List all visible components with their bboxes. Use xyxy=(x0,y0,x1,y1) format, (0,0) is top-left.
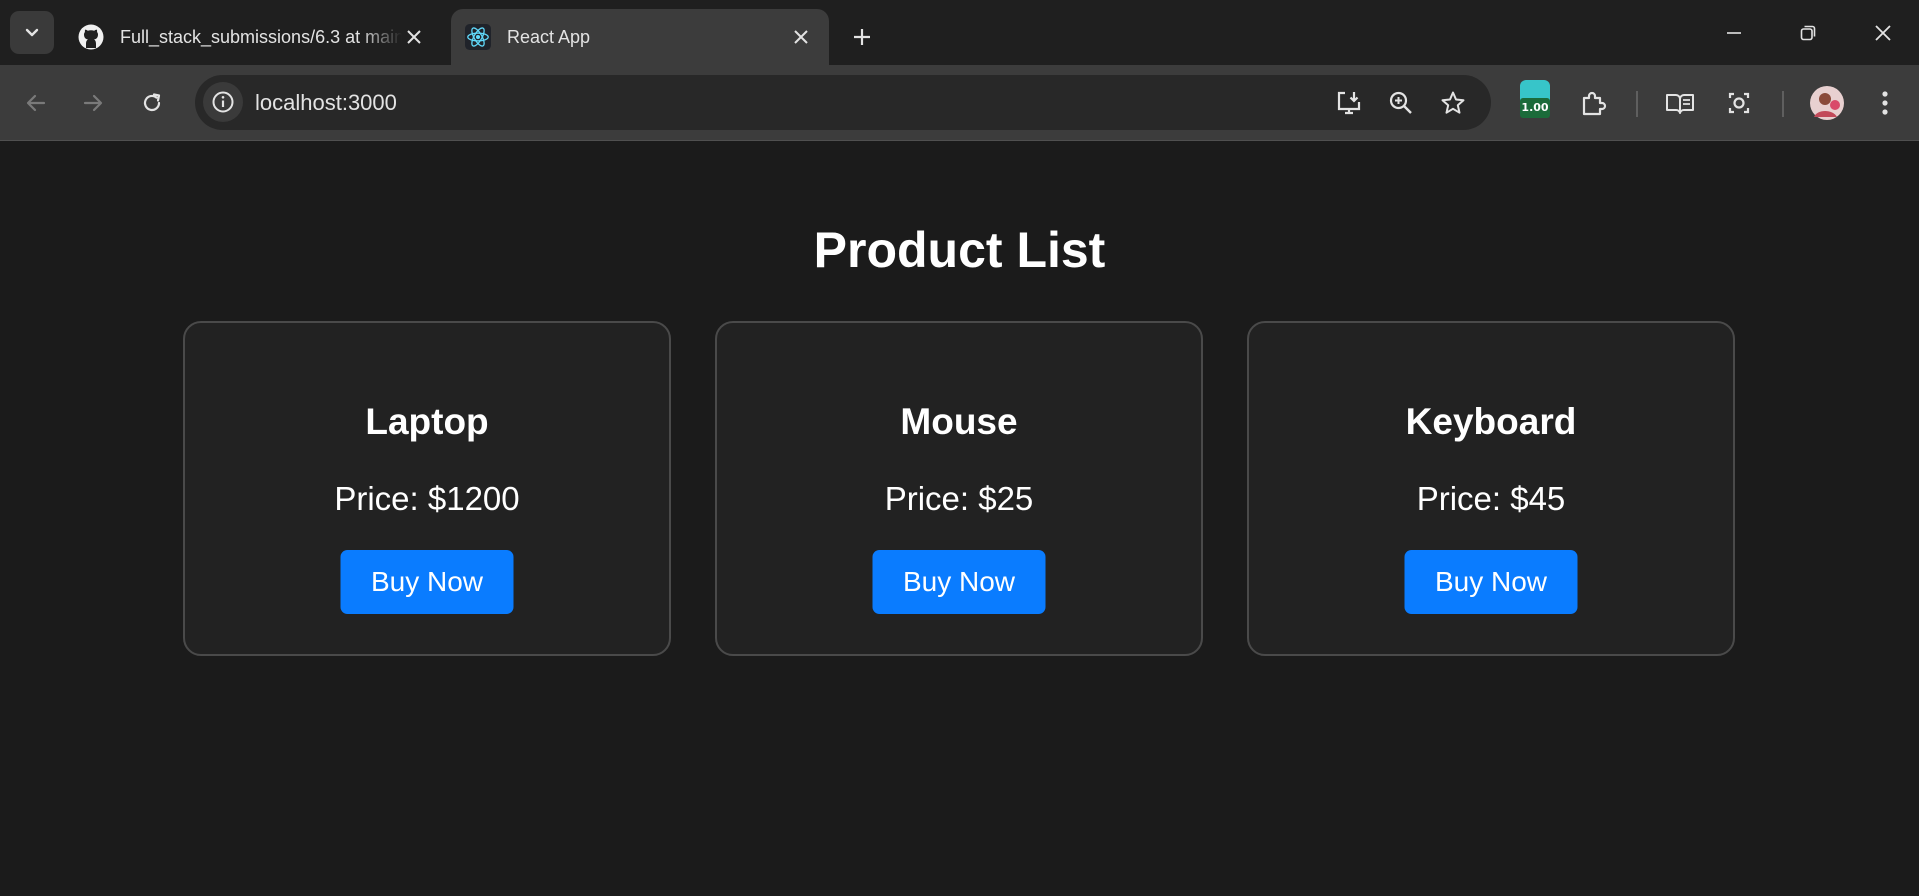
address-bar[interactable]: localhost:3000 xyxy=(195,75,1491,130)
install-icon xyxy=(1337,91,1361,115)
toolbar-divider xyxy=(1782,91,1784,117)
product-card: Mouse Price: $25 Buy Now xyxy=(715,321,1203,656)
tab-github[interactable]: Full_stack_submissions/6.3 at main xyxy=(62,9,442,65)
tab-title: React App xyxy=(507,26,591,47)
install-app-button[interactable] xyxy=(1333,87,1365,119)
tab-react-app[interactable]: React App xyxy=(451,9,829,65)
product-name: Laptop xyxy=(365,401,489,442)
plus-icon xyxy=(854,29,870,45)
site-info-button[interactable] xyxy=(203,82,243,122)
restore-icon xyxy=(1800,25,1816,41)
react-icon xyxy=(465,24,491,50)
more-vertical-icon xyxy=(1882,91,1888,115)
restore-button[interactable] xyxy=(1790,16,1826,50)
product-price: Price: $1200 xyxy=(334,480,520,517)
chevron-down-icon xyxy=(25,28,39,36)
close-icon xyxy=(1875,25,1891,41)
reading-mode-button[interactable] xyxy=(1662,85,1698,121)
browser-toolbar: localhost:3000 1.00 xyxy=(0,65,1919,141)
extension-badge-text: 1.00 xyxy=(1520,98,1550,118)
avatar-icon xyxy=(1810,86,1844,120)
github-icon xyxy=(78,24,104,50)
reload-icon xyxy=(143,93,161,112)
zoom-in-icon xyxy=(1389,91,1412,114)
product-card: Laptop Price: $1200 Buy Now xyxy=(183,321,671,656)
camera-lens-icon xyxy=(1728,92,1750,114)
new-tab-button[interactable] xyxy=(845,20,879,54)
profile-avatar[interactable] xyxy=(1808,84,1846,122)
close-tab-icon[interactable] xyxy=(789,25,813,49)
forward-button[interactable] xyxy=(75,85,111,121)
menu-button[interactable] xyxy=(1867,85,1903,121)
product-price: Price: $45 xyxy=(1416,480,1566,517)
product-name: Mouse xyxy=(900,401,1018,442)
puzzle-icon xyxy=(1582,91,1607,116)
star-icon xyxy=(1441,91,1465,114)
tab-strip: Full_stack_submissions/6.3 at main React… xyxy=(0,0,1919,65)
arrow-right-icon xyxy=(83,94,103,112)
product-price: Price: $25 xyxy=(884,480,1034,517)
extension-badge-button[interactable]: 1.00 xyxy=(1520,80,1550,118)
back-button[interactable] xyxy=(18,85,54,121)
book-icon xyxy=(1666,94,1694,114)
extensions-button[interactable] xyxy=(1575,85,1611,121)
close-tab-icon[interactable] xyxy=(402,25,426,49)
address-text[interactable]: localhost:3000 xyxy=(255,75,397,130)
arrow-left-icon xyxy=(26,94,46,112)
tab-search-button[interactable] xyxy=(10,11,54,54)
minimize-icon xyxy=(1727,32,1741,34)
close-window-button[interactable] xyxy=(1865,16,1901,50)
buy-now-button[interactable]: Buy Now xyxy=(340,550,514,614)
product-name: Keyboard xyxy=(1405,401,1577,442)
bookmark-button[interactable] xyxy=(1437,87,1469,119)
buy-now-button[interactable]: Buy Now xyxy=(872,550,1046,614)
page-content: Product List Laptop Price: $1200 Buy Now… xyxy=(0,141,1919,896)
info-icon xyxy=(212,91,234,113)
buy-now-button[interactable]: Buy Now xyxy=(1404,550,1578,614)
tab-title: Full_stack_submissions/6.3 at main xyxy=(120,26,402,47)
zoom-button[interactable] xyxy=(1385,87,1417,119)
toolbar-divider xyxy=(1636,91,1638,117)
reload-button[interactable] xyxy=(134,85,170,121)
minimize-button[interactable] xyxy=(1716,16,1752,50)
page-title: Product List xyxy=(813,222,1106,278)
lens-button[interactable] xyxy=(1721,85,1757,121)
product-card: Keyboard Price: $45 Buy Now xyxy=(1247,321,1735,656)
